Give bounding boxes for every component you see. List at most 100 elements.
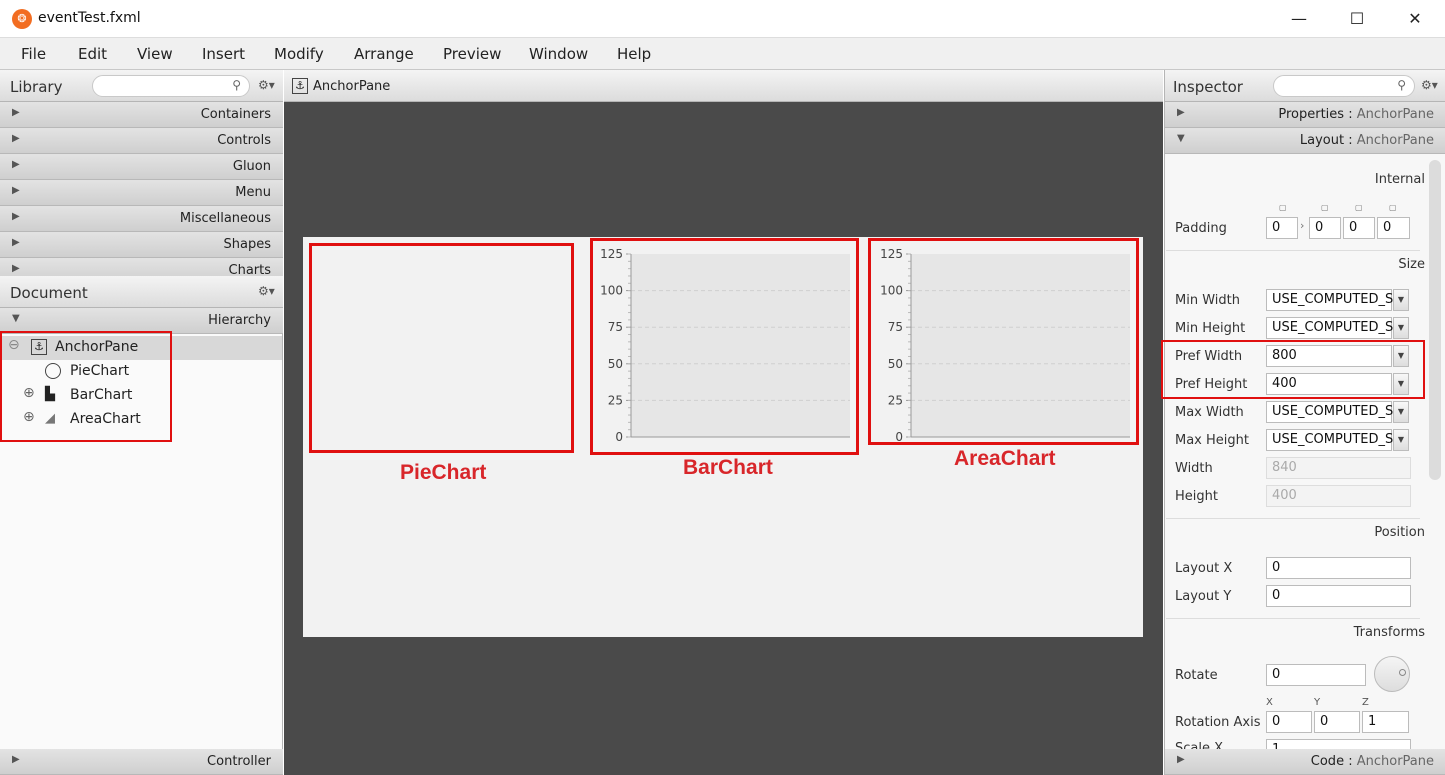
gear-icon[interactable]: ⚙▾ <box>1421 78 1438 92</box>
collapsed-arrow-icon: ▶ <box>12 185 20 196</box>
padding-bottom-icon: ▢ <box>1355 203 1363 212</box>
rotation-axis-y-field[interactable]: 0 <box>1314 711 1360 733</box>
menu-view[interactable]: View <box>137 45 173 63</box>
anchor-icon: ⚓ <box>292 78 308 94</box>
transforms-section-label: Transforms <box>1353 625 1425 640</box>
maximize-button[interactable]: ☐ <box>1328 0 1386 38</box>
menu-file[interactable]: File <box>21 45 46 63</box>
areachart-box[interactable] <box>868 238 1139 445</box>
link-arrow-icon[interactable]: › <box>1300 219 1304 232</box>
menu-preview[interactable]: Preview <box>443 45 501 63</box>
inspector-search-input[interactable]: ⚲ <box>1273 75 1415 97</box>
padding-bottom-field[interactable]: 0 <box>1343 217 1375 239</box>
library-sections: ▶ Containers ▶ Controls ▶ Gluon ▶ Menu ▶ Misc… <box>0 102 283 276</box>
section-target: AnchorPane <box>1356 133 1434 148</box>
dropdown-arrow-icon[interactable]: ▼ <box>1393 401 1409 423</box>
scale-x-field[interactable]: 1 <box>1266 739 1411 749</box>
document-title: Document <box>10 284 88 302</box>
title-bar: ❂ eventTest.fxml — ☐ ✕ <box>0 0 1445 38</box>
axis-z-header: Z <box>1362 697 1369 708</box>
size-row-field: 400 <box>1266 485 1411 507</box>
document-header: Document ⚙▾ <box>0 276 283 308</box>
library-section-charts[interactable]: ▶ Charts <box>0 258 283 276</box>
menu-bar: File Edit View Insert Modify Arrange Pre… <box>0 38 1445 70</box>
library-header: Library ⚲ ⚙▾ <box>0 70 283 102</box>
dropdown-arrow-icon[interactable]: ▼ <box>1393 429 1409 451</box>
size-row-label: Max Height <box>1175 433 1249 448</box>
layout-x-field[interactable]: 0 <box>1266 557 1411 579</box>
barchart-box[interactable] <box>590 238 859 455</box>
section-label: Containers <box>200 107 271 122</box>
close-button[interactable]: ✕ <box>1386 0 1444 38</box>
menu-arrange[interactable]: Arrange <box>354 45 414 63</box>
breadcrumb[interactable]: AnchorPane <box>313 79 390 94</box>
library-section-gluon[interactable]: ▶ Gluon <box>0 154 283 180</box>
section-label: Charts <box>228 263 272 276</box>
padding-top-icon: ▢ <box>1279 203 1287 212</box>
inspector-scrollbar[interactable] <box>1429 160 1441 480</box>
section-label: Layout <box>1299 133 1345 148</box>
padding-top-field[interactable]: 0 <box>1266 217 1298 239</box>
gear-icon[interactable]: ⚙▾ <box>258 284 275 298</box>
highlight-box <box>1161 340 1425 399</box>
dial-knob-icon <box>1399 669 1406 676</box>
library-title: Library <box>10 78 63 96</box>
gear-icon[interactable]: ⚙▾ <box>258 78 275 92</box>
menu-window[interactable]: Window <box>529 45 588 63</box>
menu-edit[interactable]: Edit <box>78 45 107 63</box>
library-section-shapes[interactable]: ▶ Shapes <box>0 232 283 258</box>
rotate-label: Rotate <box>1175 668 1218 683</box>
section-label: Hierarchy <box>208 313 271 328</box>
expanded-arrow-icon: ▼ <box>1177 133 1185 144</box>
size-row-label: Min Height <box>1175 321 1246 336</box>
dropdown-arrow-icon[interactable]: ▼ <box>1393 317 1409 339</box>
app-icon: ❂ <box>12 9 32 29</box>
padding-right-field[interactable]: 0 <box>1309 217 1341 239</box>
minimize-button[interactable]: — <box>1270 0 1328 38</box>
rotation-axis-z-field[interactable]: 1 <box>1362 711 1409 733</box>
padding-left-field[interactable]: 0 <box>1377 217 1410 239</box>
layout-y-field[interactable]: 0 <box>1266 585 1411 607</box>
expanded-arrow-icon: ▼ <box>12 313 20 324</box>
size-row-label: Min Width <box>1175 293 1240 308</box>
size-row-field[interactable]: USE_COMPUTED_S <box>1266 317 1393 339</box>
section-label: Gluon <box>232 159 271 174</box>
library-section-menu[interactable]: ▶ Menu <box>0 180 283 206</box>
controller-section[interactable]: ▶ Controller <box>0 749 283 775</box>
size-row-field[interactable]: USE_COMPUTED_S <box>1266 429 1393 451</box>
piechart-box[interactable] <box>309 243 574 453</box>
menu-modify[interactable]: Modify <box>274 45 324 63</box>
layout-x-label: Layout X <box>1175 561 1233 576</box>
padding-right-icon: ▢ <box>1321 203 1329 212</box>
code-section[interactable]: ▶ Code : AnchorPane <box>1165 749 1445 775</box>
section-label: Code <box>1310 754 1345 769</box>
dropdown-arrow-icon[interactable]: ▼ <box>1393 289 1409 311</box>
search-icon: ⚲ <box>232 78 241 92</box>
properties-section[interactable]: ▶ Properties : AnchorPane <box>1165 102 1445 128</box>
inspector-header: Inspector ⚲ ⚙▾ <box>1165 70 1445 102</box>
menu-help[interactable]: Help <box>617 45 651 63</box>
library-section-containers[interactable]: ▶ Containers <box>0 102 283 128</box>
size-row-field[interactable]: USE_COMPUTED_S <box>1266 289 1393 311</box>
section-target: AnchorPane <box>1356 107 1434 122</box>
layout-y-label: Layout Y <box>1175 589 1232 604</box>
library-section-controls[interactable]: ▶ Controls <box>0 128 283 154</box>
collapsed-arrow-icon: ▶ <box>12 237 20 248</box>
piechart-caption: PieChart <box>400 461 487 484</box>
size-row-label: Height <box>1175 489 1218 504</box>
layout-section[interactable]: ▼ Layout : AnchorPane <box>1165 128 1445 154</box>
collapsed-arrow-icon: ▶ <box>1177 754 1185 765</box>
rotate-field[interactable]: 0 <box>1266 664 1366 686</box>
rotation-axis-x-field[interactable]: 0 <box>1266 711 1312 733</box>
library-search-input[interactable]: ⚲ <box>92 75 250 97</box>
padding-left-icon: ▢ <box>1389 203 1397 212</box>
size-section-label: Size <box>1398 257 1425 272</box>
section-label: Properties <box>1278 107 1345 122</box>
size-row-label: Width <box>1175 461 1213 476</box>
menu-insert[interactable]: Insert <box>202 45 245 63</box>
library-section-miscellaneous[interactable]: ▶ Miscellaneous <box>0 206 283 232</box>
size-row-field[interactable]: USE_COMPUTED_S <box>1266 401 1393 423</box>
rotate-dial[interactable] <box>1374 656 1410 692</box>
collapsed-arrow-icon: ▶ <box>12 211 20 222</box>
position-section-label: Position <box>1374 525 1425 540</box>
